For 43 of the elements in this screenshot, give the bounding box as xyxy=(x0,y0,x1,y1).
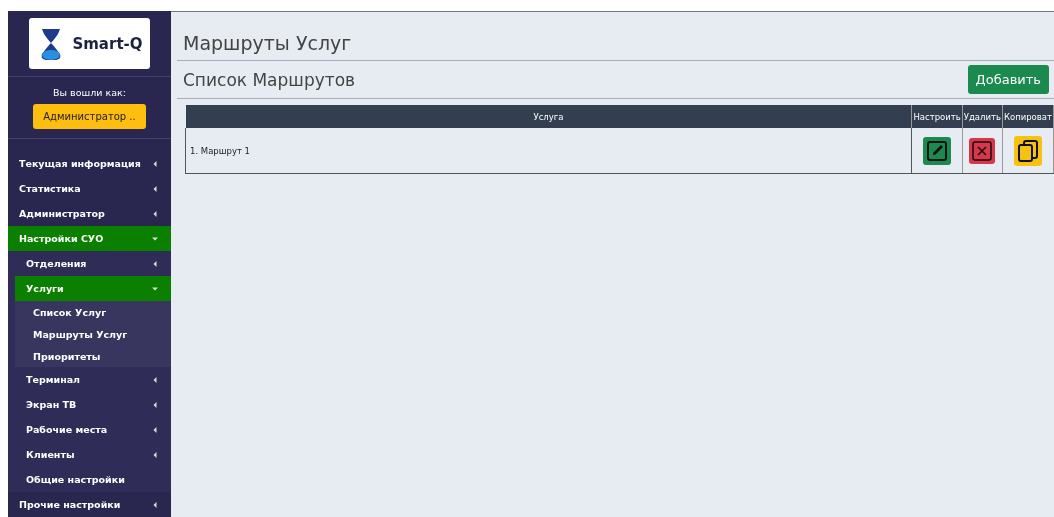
caret-icon xyxy=(152,210,158,217)
logo-text: Smart-Q xyxy=(72,34,143,53)
column-header: Услуга xyxy=(185,105,912,128)
menu-item[interactable]: Список Услуг xyxy=(15,301,171,323)
menu-item[interactable]: Настройки СУО xyxy=(8,226,171,251)
column-header: Копироват xyxy=(1002,105,1054,128)
menu-item[interactable]: Статистика xyxy=(8,176,171,201)
caret-icon xyxy=(152,451,158,458)
menu-item[interactable]: Терминал xyxy=(15,367,171,392)
user-button[interactable]: Администратор .. xyxy=(33,104,146,129)
caret-icon xyxy=(152,401,158,408)
menu-item[interactable]: Общие настройки xyxy=(15,467,171,492)
edit-button[interactable] xyxy=(923,136,952,165)
user-label: Вы вошли как: xyxy=(53,87,126,98)
caret-icon xyxy=(152,260,158,267)
close-icon xyxy=(972,140,993,161)
menu-item[interactable]: Услуги xyxy=(15,276,171,301)
caret-icon xyxy=(152,160,158,167)
column-header: Настроить xyxy=(911,105,963,128)
menu-item[interactable]: Экран ТВ xyxy=(15,392,171,417)
column-header: Удалить xyxy=(962,105,1003,128)
section-title: Список Маршрутов xyxy=(183,69,356,90)
menu-item[interactable]: Маршруты Услуг xyxy=(15,323,171,345)
delete-button[interactable] xyxy=(969,137,996,164)
caret-icon xyxy=(152,501,158,508)
copy-button[interactable] xyxy=(1013,135,1042,166)
table-cell: 1. Маршрут 1 xyxy=(185,128,912,174)
caret-icon xyxy=(152,426,158,433)
add-button[interactable]: Добавить xyxy=(967,65,1049,94)
caret-icon xyxy=(152,185,158,192)
menu-item[interactable]: Отделения xyxy=(15,251,171,276)
menu-item[interactable]: Текущая информация xyxy=(8,151,171,176)
menu-item[interactable]: Приоритеты xyxy=(15,345,171,367)
menu-item[interactable]: Администратор xyxy=(8,201,171,226)
menu-item[interactable]: Клиенты xyxy=(15,442,171,467)
menu-item[interactable]: Рабочие места xyxy=(15,417,171,442)
caret-icon xyxy=(152,235,158,242)
copy-icon xyxy=(1016,138,1039,163)
pencil-icon xyxy=(926,139,949,162)
page-title: Маршруты Услуг xyxy=(177,12,1054,61)
caret-icon xyxy=(152,285,158,292)
menu-item[interactable]: Прочие настройки xyxy=(8,492,171,517)
caret-icon xyxy=(152,376,158,383)
